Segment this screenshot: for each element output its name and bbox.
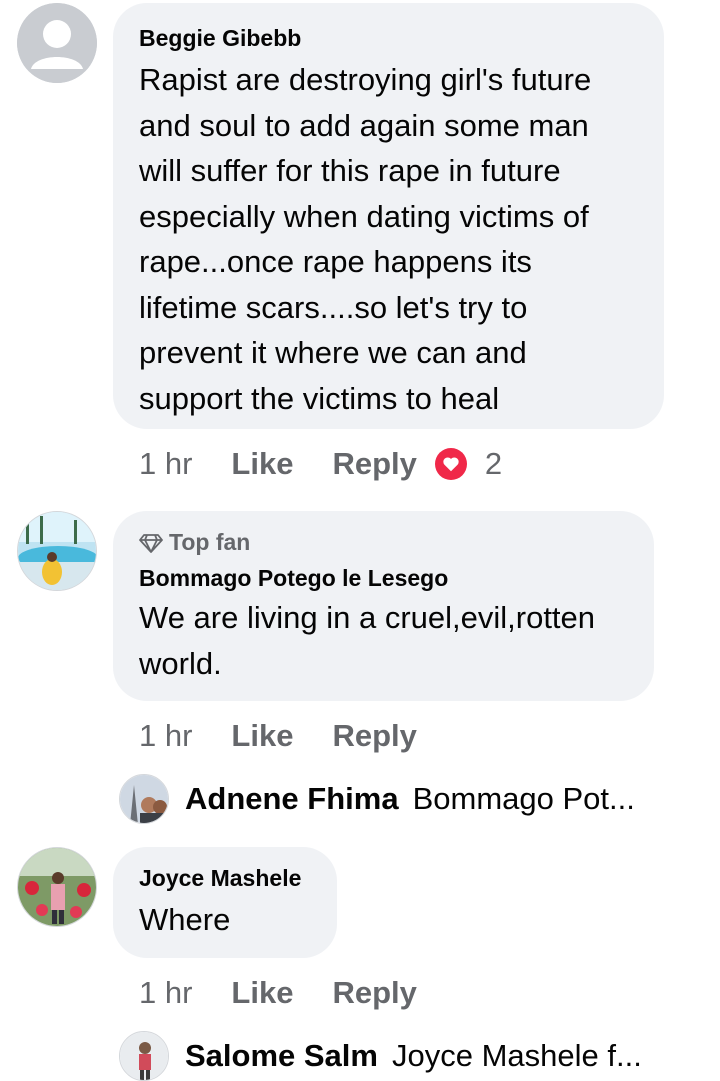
- comment-timestamp: 1 hr: [139, 446, 193, 481]
- comment-bubble: Joyce Mashele Where: [113, 847, 337, 958]
- like-button[interactable]: Like: [231, 718, 293, 754]
- comment-actions: 1 hr Like Reply: [139, 716, 417, 756]
- comment-timestamp: 1 hr: [139, 975, 193, 1010]
- reply-author: Adnene Fhima: [185, 781, 399, 816]
- profile-photo: [18, 512, 96, 590]
- reply-avatar: [119, 1031, 169, 1081]
- comment-text-line: world.: [139, 645, 222, 681]
- comment-text: Rapist are destroying girl's future and …: [139, 57, 591, 421]
- comment-text-line: We are living in a cruel,evil,rotten: [139, 600, 596, 635]
- comment-timestamp: 1 hr: [139, 718, 193, 753]
- like-button[interactable]: Like: [231, 446, 293, 482]
- reply-preview[interactable]: Salome Salm Joyce Mashele f...: [119, 1031, 642, 1081]
- comment-text-line: prevent it where we can and: [139, 335, 527, 370]
- default-profile-icon: [17, 3, 97, 83]
- comment-text-line: especially when dating victims of: [139, 198, 589, 234]
- reply-snippet: Bommago Pot...: [412, 781, 635, 816]
- avatar-bommago-potego[interactable]: [17, 511, 97, 591]
- comment-text-line: Rapist are destroying girl's future: [139, 62, 592, 97]
- comment-text-line: and soul to add again some man: [139, 107, 589, 143]
- profile-photo: [120, 775, 168, 823]
- love-reaction-icon: [434, 448, 467, 480]
- reaction-count: 2: [484, 446, 503, 481]
- avatar-joyce-mashele[interactable]: [17, 847, 97, 927]
- comment-text-line: rape...once rape happens its: [139, 244, 532, 279]
- comment-text: We are living in a cruel,evil,rotten wor…: [139, 595, 595, 686]
- avatar-beggie-gibebb[interactable]: [17, 3, 97, 83]
- reply-preview[interactable]: Adnene Fhima Bommago Pot...: [119, 774, 635, 824]
- profile-photo: [120, 1032, 168, 1080]
- comment-text-line: will suffer for this rape in future: [139, 153, 561, 188]
- comment-text-line: lifetime scars....so let's try to: [139, 289, 528, 325]
- top-fan-label: Top fan: [169, 529, 251, 555]
- comment-actions: 1 hr Like Reply: [139, 973, 417, 1013]
- reply-button[interactable]: Reply: [332, 718, 416, 754]
- reply-button[interactable]: Reply: [332, 975, 416, 1011]
- comment-text: Where: [139, 897, 230, 943]
- reply-avatar: [119, 774, 169, 824]
- reply-snippet: Joyce Mashele f...: [391, 1038, 642, 1073]
- profile-photo: [18, 848, 96, 926]
- comment-text-line: Where: [139, 902, 231, 937]
- top-fan-badge: Top fan: [139, 529, 250, 556]
- diamond-icon: [139, 533, 163, 553]
- comment-actions: 1 hr Like Reply 2: [139, 444, 502, 484]
- like-button[interactable]: Like: [231, 975, 293, 1011]
- comment-author[interactable]: Beggie Gibebb: [139, 25, 301, 52]
- reply-button[interactable]: Reply: [332, 446, 416, 482]
- comment-bubble: Top fan Bommago Potego le Lesego We are …: [113, 511, 654, 701]
- comment-bubble: Beggie Gibebb Rapist are destroying girl…: [113, 3, 664, 429]
- comment-text-line: support the victims to heal: [139, 380, 500, 416]
- comment-author[interactable]: Bommago Potego le Lesego: [139, 565, 448, 592]
- comment-author[interactable]: Joyce Mashele: [139, 865, 301, 892]
- reply-author: Salome Salm: [185, 1038, 378, 1073]
- reaction-summary[interactable]: 2: [434, 446, 503, 482]
